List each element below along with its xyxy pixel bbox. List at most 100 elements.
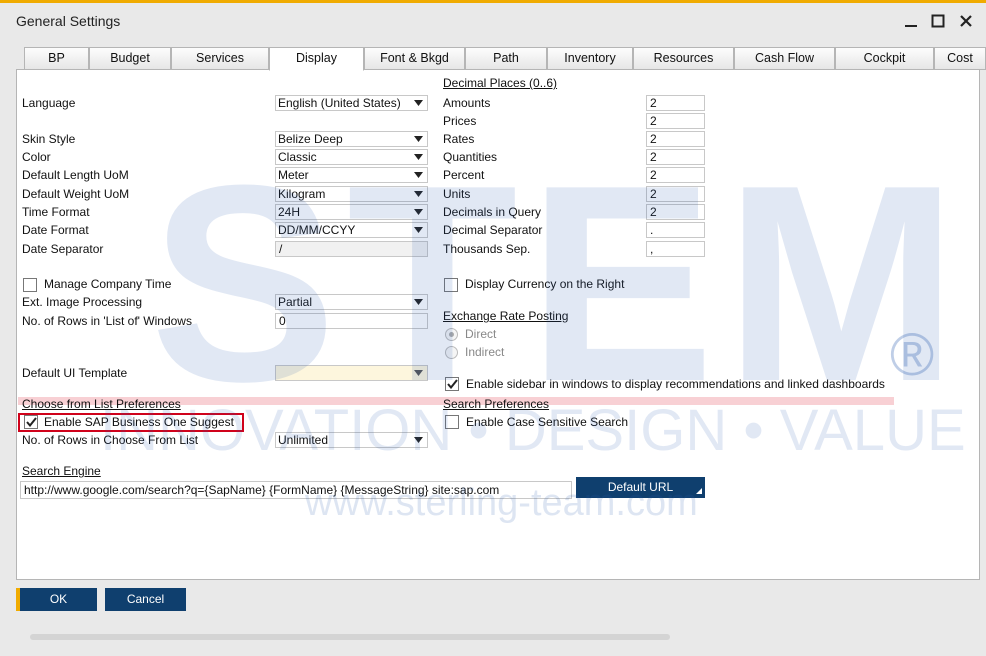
indirect-label: Indirect	[465, 345, 505, 359]
rows-list-of-input[interactable]: 0	[275, 313, 428, 329]
dropdown-arrow-icon	[412, 223, 424, 237]
color-dropdown[interactable]: Classic	[275, 149, 428, 165]
default-url-button[interactable]: Default URL	[576, 477, 705, 498]
dropdown-arrow-icon	[412, 168, 424, 182]
color-value: Classic	[278, 150, 317, 164]
date-format-dropdown[interactable]: DD/MM/CCYY	[275, 222, 428, 238]
direct-label: Direct	[465, 327, 497, 341]
weight-uom-value: Kilogram	[278, 187, 326, 201]
time-format-dropdown[interactable]: 24H	[275, 204, 428, 220]
time-format-label: Time Format	[22, 205, 90, 219]
tab-budget[interactable]: Budget	[89, 47, 171, 70]
rows-cfl-label: No. of Rows in Choose From List	[22, 433, 199, 447]
decimal-amounts-label: Amounts	[443, 96, 491, 110]
thousands-sep-label: Thousands Sep.	[443, 242, 531, 256]
dropdown-arrow-icon	[412, 433, 424, 447]
display-currency-right-label: Display Currency on the Right	[465, 277, 625, 291]
tab-resources[interactable]: Resources	[633, 47, 734, 70]
rows-list-of-label: No. of Rows in 'List of' Windows	[22, 314, 192, 328]
tab-font-bkgd[interactable]: Font & Bkgd	[364, 47, 465, 70]
decimal-units-label: Units	[443, 187, 471, 201]
tab-cost[interactable]: Cost	[934, 47, 986, 70]
search-engine-input[interactable]: http://www.google.com/search?q={SapName}…	[20, 481, 572, 499]
date-separator-label: Date Separator	[22, 242, 104, 256]
decimals-in-query-label: Decimals in Query	[443, 205, 542, 219]
enable-sidebar-checkbox[interactable]	[445, 377, 459, 391]
decimal-amounts-input[interactable]: 2	[646, 95, 705, 111]
manage-company-time-label: Manage Company Time	[44, 277, 172, 291]
close-icon[interactable]	[955, 10, 977, 32]
display-currency-right-checkbox[interactable]	[444, 278, 458, 292]
minimize-icon[interactable]	[900, 10, 922, 32]
date-format-value: DD/MM/CCYY	[278, 223, 356, 237]
language-value: English (United States)	[278, 96, 401, 110]
dropdown-arrow-icon	[412, 366, 424, 380]
search-preferences-header: Search Preferences	[443, 397, 550, 411]
case-sensitive-label: Enable Case Sensitive Search	[466, 415, 629, 429]
decimal-rates-label: Rates	[443, 132, 475, 146]
maximize-icon[interactable]	[927, 10, 949, 32]
default-url-label: Default URL	[607, 480, 674, 494]
decimal-rates-input[interactable]: 2	[646, 131, 705, 147]
dropdown-arrow-icon	[412, 295, 424, 309]
tab-cash-flow[interactable]: Cash Flow	[734, 47, 835, 70]
decimal-quantities-label: Quantities	[443, 150, 498, 164]
tab-display[interactable]: Display	[269, 47, 364, 71]
checkmark-icon	[446, 379, 458, 389]
enable-suggest-checkbox[interactable]	[24, 415, 38, 429]
tab-services[interactable]: Services	[171, 47, 269, 70]
length-uom-label: Default Length UoM	[22, 168, 129, 182]
rows-cfl-dropdown[interactable]: Unlimited	[275, 432, 428, 448]
dropdown-arrow-icon	[412, 96, 424, 110]
decimal-units-input[interactable]: 2	[646, 186, 705, 202]
ui-template-dropdown[interactable]	[275, 365, 428, 381]
weight-uom-label: Default Weight UoM	[22, 187, 130, 201]
weight-uom-dropdown[interactable]: Kilogram	[275, 186, 428, 202]
length-uom-dropdown[interactable]: Meter	[275, 167, 428, 183]
skin-style-dropdown[interactable]: Belize Deep	[275, 131, 428, 147]
dropdown-arrow-icon	[412, 132, 424, 146]
ext-image-dropdown[interactable]: Partial	[275, 294, 428, 310]
dropdown-arrow-icon	[412, 150, 424, 164]
exchange-rate-header: Exchange Rate Posting	[443, 309, 569, 323]
tab-bar: BP Budget Services Display Font & Bkgd P…	[0, 47, 986, 71]
date-separator-input[interactable]: /	[275, 241, 428, 257]
dropdown-arrow-icon	[412, 205, 424, 219]
ext-image-label: Ext. Image Processing	[22, 295, 143, 309]
decimal-prices-label: Prices	[443, 114, 477, 128]
ok-button[interactable]: OK	[16, 588, 97, 611]
horizontal-scrollbar[interactable]	[30, 634, 670, 640]
decimals-in-query-input[interactable]: 2	[646, 204, 705, 220]
decimal-separator-input[interactable]: .	[646, 222, 705, 238]
case-sensitive-checkbox[interactable]	[445, 415, 459, 429]
decimal-percent-input[interactable]: 2	[646, 167, 705, 183]
search-engine-header: Search Engine	[22, 464, 101, 478]
tab-inventory[interactable]: Inventory	[547, 47, 633, 70]
tab-path[interactable]: Path	[465, 47, 547, 70]
checkmark-icon	[25, 417, 37, 427]
indirect-radio[interactable]	[445, 346, 458, 359]
manage-company-time-checkbox[interactable]	[23, 278, 37, 292]
enable-sidebar-label: Enable sidebar in windows to display rec…	[466, 377, 885, 391]
ui-template-label: Default UI Template	[22, 366, 128, 380]
corner-arrow-icon	[696, 488, 702, 494]
tab-bp[interactable]: BP	[24, 47, 89, 70]
dropdown-arrow-icon	[412, 187, 424, 201]
title-bar: General Settings	[0, 3, 986, 37]
rows-cfl-value: Unlimited	[278, 433, 329, 447]
tab-cockpit[interactable]: Cockpit	[835, 47, 934, 70]
skin-style-label: Skin Style	[22, 132, 76, 146]
cancel-button[interactable]: Cancel	[105, 588, 186, 611]
language-dropdown[interactable]: English (United States)	[275, 95, 428, 111]
enable-suggest-label: Enable SAP Business One Suggest	[44, 415, 234, 429]
thousands-sep-input[interactable]: ,	[646, 241, 705, 257]
cfl-header: Choose from List Preferences	[22, 397, 181, 411]
decimal-prices-input[interactable]: 2	[646, 113, 705, 129]
skin-style-value: Belize Deep	[278, 132, 343, 146]
direct-radio[interactable]	[445, 328, 458, 341]
ext-image-value: Partial	[278, 295, 313, 309]
window-title: General Settings	[16, 13, 121, 29]
color-label: Color	[22, 150, 51, 164]
decimal-quantities-input[interactable]: 2	[646, 149, 705, 165]
date-format-label: Date Format	[22, 223, 89, 237]
